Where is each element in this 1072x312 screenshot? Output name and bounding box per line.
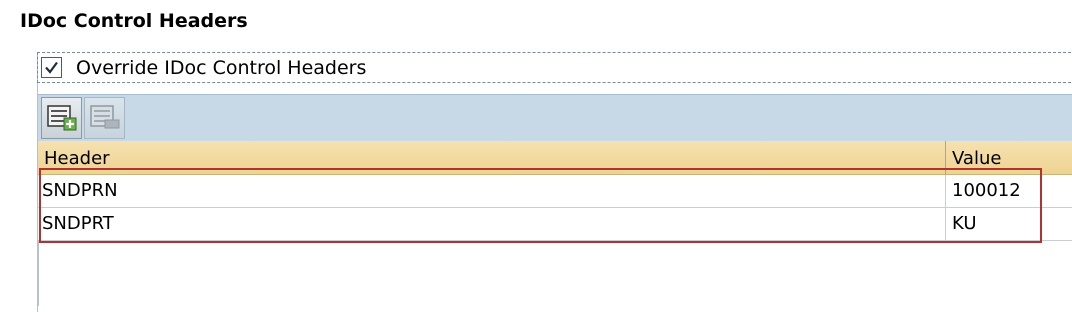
header-cell[interactable]: SNDPRT bbox=[42, 212, 114, 236]
column-header-value[interactable]: Value bbox=[952, 147, 1001, 171]
delete-row-icon bbox=[90, 105, 120, 129]
column-divider bbox=[945, 208, 946, 240]
table-toolbar bbox=[38, 94, 1072, 141]
table-header-row: Header Value bbox=[38, 141, 1072, 175]
add-row-button[interactable] bbox=[41, 97, 82, 139]
section-title: IDoc Control Headers bbox=[20, 10, 248, 32]
column-header-header[interactable]: Header bbox=[44, 147, 110, 171]
value-cell[interactable]: 100012 bbox=[952, 179, 1021, 203]
control-headers-table: Header Value SNDPRN 100012 SNDPRT KU bbox=[38, 141, 1072, 241]
table-row[interactable]: SNDPRT KU bbox=[38, 208, 1072, 241]
delete-row-button[interactable] bbox=[84, 97, 125, 139]
header-cell[interactable]: SNDPRN bbox=[42, 179, 118, 203]
checkmark-icon bbox=[45, 61, 58, 74]
group-left-border bbox=[38, 240, 39, 306]
value-cell[interactable]: KU bbox=[952, 212, 977, 236]
table-row[interactable]: SNDPRN 100012 bbox=[38, 175, 1072, 208]
column-divider bbox=[945, 141, 946, 174]
override-checkbox[interactable] bbox=[41, 57, 62, 78]
column-divider bbox=[945, 175, 946, 207]
override-checkbox-label[interactable]: Override IDoc Control Headers bbox=[76, 56, 366, 80]
add-row-icon bbox=[47, 105, 77, 131]
